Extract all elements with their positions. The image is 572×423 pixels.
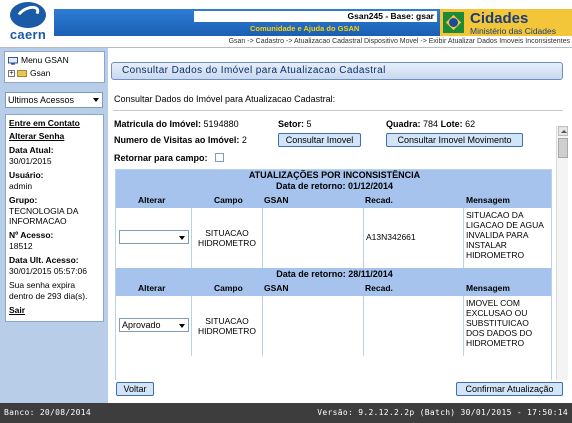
chevron-down-icon [179, 324, 185, 328]
user-info-panel: Entre em Contato Alterar Senha Data Atua… [5, 114, 104, 322]
alterar-select[interactable]: Aprovado [119, 318, 189, 332]
table-title-header: ATUALIZAÇÕES POR INCONSISTÊNCIA Data de … [116, 170, 551, 192]
lote-label: Lote: [440, 119, 463, 129]
col-campo: Campo [214, 195, 243, 205]
menu-root-label: Menu GSAN [21, 55, 69, 65]
access-count-value: 18512 [9, 241, 33, 251]
lote-value: 62 [465, 119, 476, 129]
main-content: Consultar Dados do Imóvel para Atualizac… [108, 48, 572, 411]
chevron-down-icon [179, 236, 185, 240]
setor-value: 5 [306, 119, 312, 129]
status-bar: Banco: 20/08/2014 Versão: 9.2.12.2.2p (B… [0, 403, 572, 423]
col-gsan: GSAN [264, 283, 289, 293]
folder-icon [17, 70, 27, 78]
return-field-label: Retornar para campo: [114, 153, 208, 163]
user-label: Usuário: [9, 170, 44, 180]
table-title: ATUALIZAÇÕES POR INCONSISTÊNCIA [248, 170, 421, 180]
col-recad: Recad. [365, 195, 393, 205]
user-value: admin [9, 181, 33, 191]
date-label: Data Atual: [9, 145, 54, 155]
content-divider [113, 110, 563, 111]
recent-access-select[interactable]: Ultimos Acessos [5, 92, 103, 108]
caern-logo: caern [2, 2, 54, 42]
community-link[interactable]: Comunidade e Ajuda do GSAN [250, 24, 380, 34]
col-campo: Campo [214, 283, 243, 293]
quadra-value: 784 [423, 119, 439, 129]
scroll-up-icon[interactable] [558, 126, 568, 136]
page-subtitle: Consultar Dados do Imóvel para Atualizac… [114, 94, 336, 104]
bottom-button-bar: Voltar Confirmar Atualização [108, 380, 572, 403]
group2-date: Data de retorno: 28/11/2014 [116, 268, 551, 280]
return-field-checkbox[interactable] [215, 153, 224, 162]
col-recad: Recad. [365, 283, 393, 293]
consultar-imovel-movimento-button[interactable]: Consultar Imovel Movimento [386, 133, 523, 147]
col-alterar: Alterar [138, 283, 166, 293]
brazil-flag-icon [443, 12, 464, 33]
computer-icon [8, 56, 18, 65]
page-title: Consultar Dados do Imóvel para Atualizac… [111, 62, 563, 80]
ministry-name: Cidades [470, 10, 529, 27]
version-info: Versão: 9.2.12.2.2p (Batch) 30/01/2015 -… [317, 408, 568, 417]
password-expiry-line1: Sua senha expira [9, 280, 76, 290]
logout-link[interactable]: Sair [9, 305, 25, 315]
group-label: Grupo: [9, 195, 38, 205]
last-access-value: 30/01/2015 05:57:06 [9, 266, 87, 276]
visits-field: Numero de Visitas ao Imóvel: 2 [114, 135, 247, 145]
database-date: Banco: 20/08/2014 [4, 408, 91, 417]
voltar-button[interactable]: Voltar [116, 382, 154, 396]
quadra-lote-field: Quadra: 784 Lote: 62 [386, 119, 475, 129]
consultar-imovel-button[interactable]: Consultar Imovel [278, 133, 361, 147]
group2-column-headers: Alterar Campo GSAN Recad. Mensagem [116, 280, 551, 296]
date-value: 30/01/2015 [9, 156, 52, 166]
sidebar: Menu GSAN + Gsan Ultimos Acessos Entre em… [0, 48, 108, 403]
menu-tree: Menu GSAN + Gsan [4, 51, 105, 83]
col-mensagem: Mensagem [466, 195, 510, 205]
scroll-thumb[interactable] [558, 138, 568, 158]
contact-link[interactable]: Entre em Contato [9, 118, 80, 128]
matricula-label: Matricula do Imóvel: [114, 119, 202, 129]
expand-icon[interactable]: + [8, 70, 15, 78]
mensagem-cell: IMOVEL COM EXCLUSAO OU SUBSTITUICAO DOS … [466, 298, 533, 348]
menu-root-item[interactable]: Menu GSAN [8, 54, 69, 66]
col-gsan: GSAN [264, 195, 289, 205]
logo-text: caern [9, 27, 47, 42]
password-expiry-line2: dentro de 293 dia(s). [9, 291, 88, 301]
visits-value: 2 [241, 135, 247, 145]
campo-cell: SITUACAO HIDROMETRO [197, 228, 257, 248]
matricula-field: Matricula do Imóvel: 5194880 [114, 119, 239, 129]
app-header: caern Gsan245 - Base: gsar Comunidade e … [0, 0, 572, 48]
inconsistency-table: ATUALIZAÇÕES POR INCONSISTÊNCIA Data de … [115, 169, 552, 411]
access-count-label: Nº Acesso: [9, 230, 54, 240]
table-row: Aprovado SITUACAO HIDROMETRO IMOVEL COM … [116, 296, 551, 356]
matricula-value: 5194880 [203, 119, 239, 129]
campo-cell: SITUACAO HIDROMETRO [197, 316, 257, 336]
group1-date: Data de retorno: 01/12/2014 [275, 181, 394, 191]
menu-child-label: Gsan [30, 68, 51, 78]
breadcrumb: Gsan -> Cadastro -> Atualizacao Cadastra… [228, 38, 570, 45]
mensagem-cell: SITUACAO DA LIGACAO DE AGUA INVALIDA PAR… [466, 210, 544, 260]
change-password-link[interactable]: Alterar Senha [9, 131, 64, 141]
system-title: Gsan245 - Base: gsar [194, 11, 437, 22]
ministry-subtitle: Ministério das Cidades [470, 26, 556, 36]
visits-label: Numero de Visitas ao Imóvel: [114, 135, 240, 145]
group1-column-headers: Alterar Campo GSAN Recad. Mensagem [116, 192, 551, 208]
last-access-label: Data Ult. Acesso: [9, 255, 79, 265]
quadra-label: Quadra: [386, 119, 421, 129]
setor-label: Setor: [278, 119, 305, 129]
alterar-select[interactable] [119, 230, 189, 244]
ministry-logo: Cidades Ministério das Cidades [440, 9, 572, 36]
col-mensagem: Mensagem [466, 283, 510, 293]
content-scrollbar[interactable] [556, 126, 568, 390]
chevron-down-icon [93, 98, 99, 102]
menu-child-item[interactable]: + Gsan [8, 67, 50, 79]
confirmar-atualizacao-button[interactable]: Confirmar Atualização [456, 382, 563, 396]
col-alterar: Alterar [138, 195, 166, 205]
group-value-line2: INFORMACAO [9, 216, 67, 226]
recad-cell: A13N342661 [366, 232, 416, 242]
setor-field: Setor: 5 [278, 119, 312, 129]
recent-access-value: Ultimos Acessos [8, 95, 75, 105]
group-value-line1: TECNOLOGIA DA [9, 206, 79, 216]
table-row: SITUACAO HIDROMETRO A13N342661 SITUACAO … [116, 208, 551, 268]
